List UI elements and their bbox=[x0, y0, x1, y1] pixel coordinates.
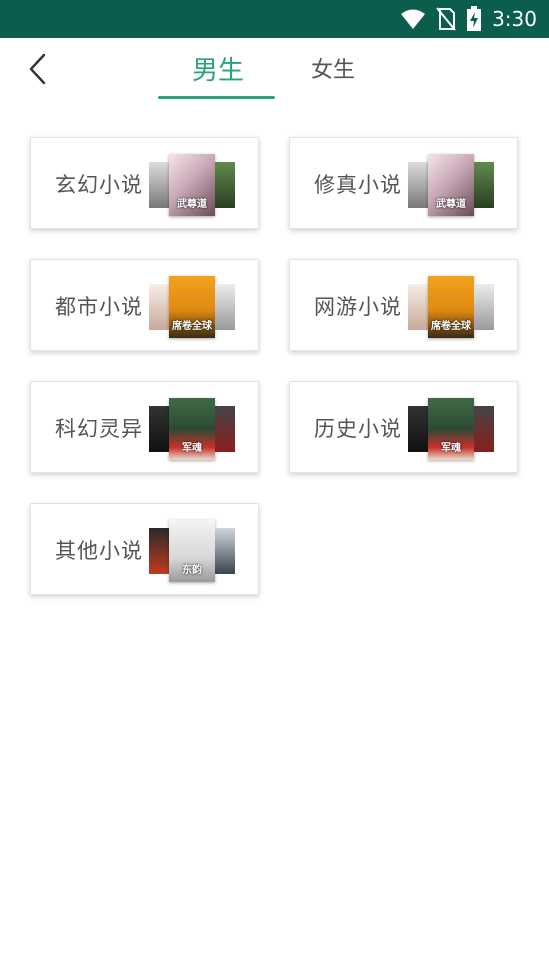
book-cover-left bbox=[149, 406, 169, 452]
category-label: 修真小说 bbox=[314, 173, 402, 197]
book-cover-right bbox=[215, 528, 235, 574]
book-cover-right bbox=[215, 406, 235, 452]
category-card-xuanhuan[interactable]: 玄幻小说 武尊道 bbox=[30, 137, 259, 229]
category-label: 科幻灵异 bbox=[55, 417, 143, 441]
cover-stack: 武尊道 bbox=[408, 154, 496, 216]
category-card-xiuzhen[interactable]: 修真小说 武尊道 bbox=[289, 137, 518, 229]
cover-title: 军魂 bbox=[182, 443, 202, 454]
book-cover-left bbox=[149, 528, 169, 574]
category-grid: 玄幻小说 武尊道 修真小说 武尊道 都市小说 席卷全球 网游小说 席卷全球 科幻… bbox=[0, 0, 549, 976]
cover-title: 席卷全球 bbox=[172, 321, 212, 332]
category-card-kehuan[interactable]: 科幻灵异 军魂 bbox=[30, 381, 259, 473]
book-cover-right bbox=[215, 284, 235, 330]
cover-stack: 席卷全球 bbox=[408, 276, 496, 338]
cover-title: 武尊道 bbox=[177, 199, 207, 210]
cover-stack: 军魂 bbox=[408, 398, 496, 460]
cover-title: 军魂 bbox=[441, 443, 461, 454]
category-label: 玄幻小说 bbox=[55, 173, 143, 197]
book-cover-main: 军魂 bbox=[428, 398, 474, 460]
category-label: 网游小说 bbox=[314, 295, 402, 319]
cover-stack: 武尊道 bbox=[149, 154, 237, 216]
book-cover-main: 东韵 bbox=[169, 520, 215, 582]
category-label: 都市小说 bbox=[55, 295, 143, 319]
category-card-wangyou[interactable]: 网游小说 席卷全球 bbox=[289, 259, 518, 351]
cover-stack: 东韵 bbox=[149, 520, 237, 582]
cover-stack: 席卷全球 bbox=[149, 276, 237, 338]
book-cover-left bbox=[149, 162, 169, 208]
cover-title: 席卷全球 bbox=[431, 321, 471, 332]
category-label: 历史小说 bbox=[314, 417, 402, 441]
book-cover-main: 武尊道 bbox=[428, 154, 474, 216]
cover-title: 东韵 bbox=[182, 565, 202, 576]
book-cover-right bbox=[474, 284, 494, 330]
cover-stack: 军魂 bbox=[149, 398, 237, 460]
book-cover-left bbox=[149, 284, 169, 330]
book-cover-right bbox=[474, 162, 494, 208]
category-card-dushi[interactable]: 都市小说 席卷全球 bbox=[30, 259, 259, 351]
category-card-lishi[interactable]: 历史小说 军魂 bbox=[289, 381, 518, 473]
book-cover-right bbox=[215, 162, 235, 208]
book-cover-left bbox=[408, 284, 428, 330]
book-cover-main: 武尊道 bbox=[169, 154, 215, 216]
category-label: 其他小说 bbox=[55, 539, 143, 563]
book-cover-right bbox=[474, 406, 494, 452]
cover-title: 武尊道 bbox=[436, 199, 466, 210]
book-cover-main: 军魂 bbox=[169, 398, 215, 460]
book-cover-main: 席卷全球 bbox=[169, 276, 215, 338]
book-cover-left bbox=[408, 162, 428, 208]
category-card-qita[interactable]: 其他小说 东韵 bbox=[30, 503, 259, 595]
book-cover-left bbox=[408, 406, 428, 452]
book-cover-main: 席卷全球 bbox=[428, 276, 474, 338]
